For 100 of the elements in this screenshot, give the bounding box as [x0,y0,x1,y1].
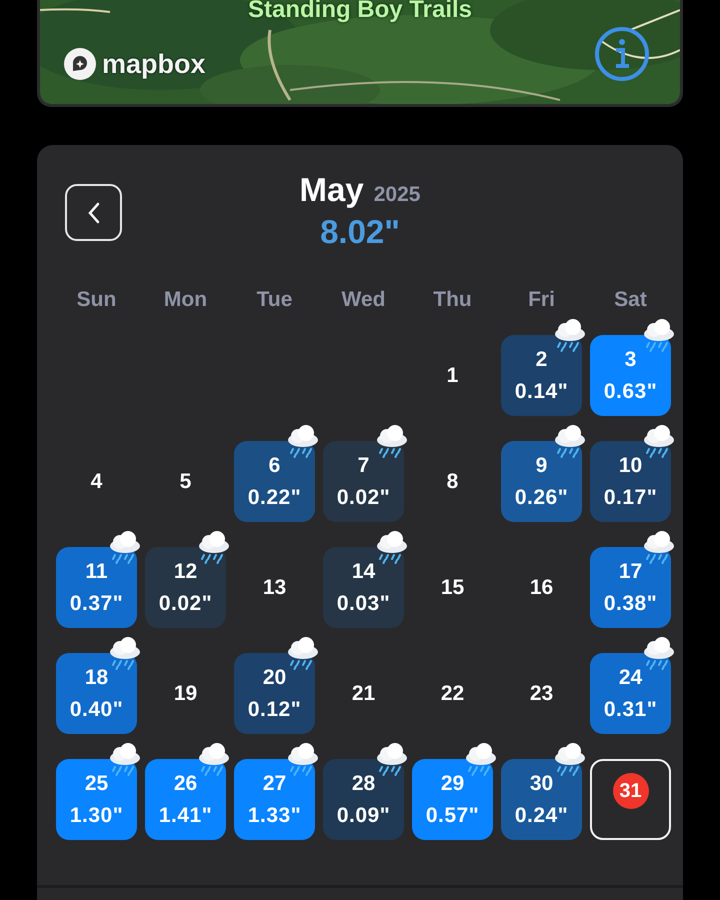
rain-cloud-icon [374,743,410,777]
rainy-day[interactable]: 20 0.12" [234,653,315,734]
day-number: 26 [174,772,198,796]
day-number[interactable]: 15 [440,576,464,600]
weekday-label: Fri [528,288,555,312]
rain-amount: 0.63" [604,380,658,404]
rain-amount: 0.38" [604,592,658,616]
rain-amount: 0.37" [70,592,124,616]
day-number: 25 [84,772,108,796]
rain-cloud-icon [641,425,677,459]
day-number: 12 [174,560,198,584]
rainy-day[interactable]: 25 1.30" [56,759,137,840]
day-number: 11 [85,560,108,584]
rain-cloud-icon [285,425,321,459]
rain-cloud-icon [374,425,410,459]
rain-cloud-icon [196,743,232,777]
rain-amount: 0.57" [426,804,480,828]
day-number: 2 [536,348,548,372]
weekday-label: Mon [164,288,208,312]
day-number[interactable]: 16 [530,576,554,600]
rain-cloud-icon [641,319,677,353]
day-number: 14 [352,560,376,584]
day-number[interactable]: 1 [446,364,458,388]
rain-amount: 0.24" [514,804,568,828]
today-cell[interactable]: 31 [590,759,671,840]
day-number[interactable]: 19 [174,682,198,706]
weekday-label: Wed [342,288,386,312]
rain-cloud-icon [374,531,410,565]
rainy-day[interactable]: 30 0.24" [501,759,582,840]
day-number: 17 [618,560,642,584]
rainy-day[interactable]: 6 0.22" [234,441,315,522]
day-number: 7 [358,454,370,478]
rain-amount: 0.02" [158,592,212,616]
rain-cloud-icon [196,531,232,565]
rainy-day[interactable]: 24 0.31" [590,653,671,734]
rainy-day[interactable]: 27 1.33" [234,759,315,840]
rain-amount: 0.12" [248,698,302,722]
mapbox-logo-text: mapbox [102,48,206,80]
rainy-day[interactable]: 28 0.09" [323,759,404,840]
rainy-day[interactable]: 3 0.63" [590,335,671,416]
day-number: 30 [530,772,554,796]
rain-amount: 0.09" [336,804,390,828]
rain-amount: 0.26" [514,486,568,510]
today-badge: 31 [612,773,648,809]
rainy-day[interactable]: 9 0.26" [501,441,582,522]
rain-cloud-icon [285,637,321,671]
rainy-day[interactable]: 26 1.41" [145,759,226,840]
day-number[interactable]: 23 [530,682,554,706]
rain-cloud-icon [107,531,143,565]
day-number: 9 [536,454,548,478]
day-number: 18 [84,666,108,690]
day-number: 3 [624,348,636,372]
day-number[interactable]: 4 [90,470,102,494]
day-number: 29 [440,772,464,796]
rain-cloud-icon [641,637,677,671]
rain-cloud-icon [552,319,588,353]
rainy-day[interactable]: 12 0.02" [145,547,226,628]
rain-cloud-icon [463,743,499,777]
weekday-label: Sun [76,288,116,312]
weekday-label: Thu [433,288,472,312]
year-label: 2025 [374,183,420,207]
rain-amount: 0.03" [336,592,390,616]
rainy-day[interactable]: 29 0.57" [412,759,493,840]
rain-amount: 0.02" [336,486,390,510]
rain-amount: 0.17" [604,486,658,510]
rain-amount: 0.22" [248,486,302,510]
rainy-day[interactable]: 17 0.38" [590,547,671,628]
rainy-day[interactable]: 2 0.14" [501,335,582,416]
rain-amount: 1.41" [158,804,212,828]
rain-cloud-icon [641,531,677,565]
info-icon[interactable] [594,26,650,82]
rainy-day[interactable]: 14 0.03" [323,547,404,628]
day-number[interactable]: 5 [180,470,192,494]
rain-cloud-icon [107,637,143,671]
monthly-total: 8.02" [320,213,400,251]
rain-cloud-icon [552,743,588,777]
rain-amount: 1.33" [248,804,302,828]
rain-amount: 0.31" [604,698,658,722]
rain-cloud-icon [107,743,143,777]
rain-cloud-icon [285,743,321,777]
rainy-day[interactable]: 11 0.37" [56,547,137,628]
rainy-day[interactable]: 7 0.02" [323,441,404,522]
day-number[interactable]: 22 [440,682,464,706]
day-number: 10 [618,454,642,478]
back-button[interactable] [65,184,122,241]
rain-amount: 0.40" [70,698,124,722]
rainy-day[interactable]: 18 0.40" [56,653,137,734]
mapbox-logo-icon [62,46,98,82]
day-number: 6 [268,454,280,478]
day-number[interactable]: 8 [446,470,458,494]
month-title: May [300,171,364,209]
day-number[interactable]: 21 [352,682,376,706]
chevron-left-icon [86,200,102,224]
rainy-day[interactable]: 10 0.17" [590,441,671,522]
day-number[interactable]: 13 [262,576,286,600]
rain-amount: 0.14" [514,380,568,404]
weekday-label: Tue [256,288,292,312]
day-number: 24 [618,666,642,690]
day-number: 20 [262,666,286,690]
day-number: 28 [352,772,376,796]
